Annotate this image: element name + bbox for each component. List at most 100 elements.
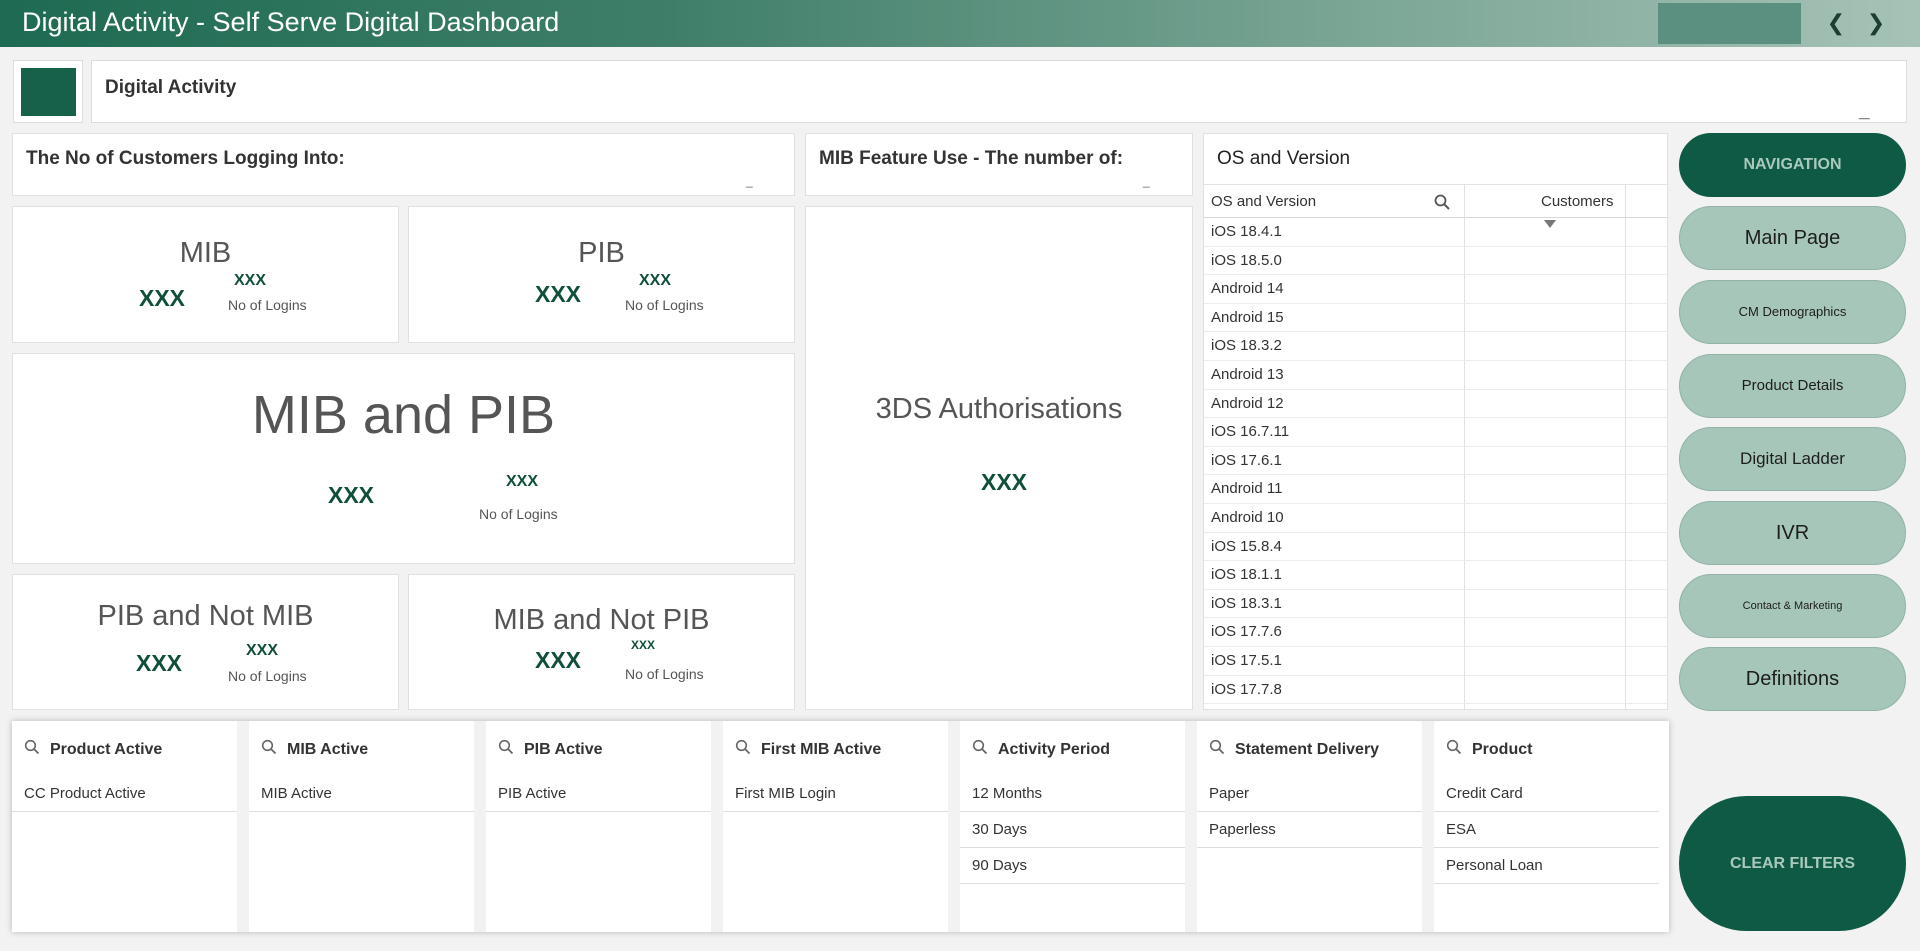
table-row[interactable]: iOS 18.3.1 xyxy=(1204,590,1667,619)
mib-feature-header-card: MIB Feature Use - The number of: _ xyxy=(805,133,1193,196)
search-icon[interactable] xyxy=(261,739,277,755)
filter-item[interactable]: Personal Loan xyxy=(1434,848,1659,884)
kpi-pib-not-mib-card[interactable]: PIB and Not MIB XXX XXX No of Logins xyxy=(12,574,399,710)
kpi-mib-and-pib-card[interactable]: MIB and PIB XXX XXX No of Logins xyxy=(12,353,795,564)
table-row[interactable]: iOS 17.6.1 xyxy=(1204,447,1667,476)
filter-item[interactable]: 90 Days xyxy=(960,848,1185,884)
filter-item[interactable]: Credit Card xyxy=(1434,776,1659,812)
minimize-icon[interactable]: _ xyxy=(746,174,753,188)
filter-header[interactable]: PIB Active xyxy=(486,721,711,776)
filter-item[interactable]: CC Product Active xyxy=(12,776,237,812)
filter-header[interactable]: Activity Period xyxy=(960,721,1185,776)
table-row[interactable]: iOS 18.3.2 xyxy=(1204,332,1667,361)
kpi-pib-card[interactable]: PIB XXX XXX No of Logins xyxy=(408,206,795,343)
filter-header[interactable]: Product xyxy=(1434,721,1659,776)
table-row[interactable]: Android 11 xyxy=(1204,475,1667,504)
filter-panel: Product Active CC Product Active MIB Activ… xyxy=(12,721,1669,932)
filter-label: Activity Period xyxy=(998,741,1111,758)
clear-filters-button[interactable]: CLEAR FILTERS xyxy=(1679,796,1906,931)
nav-ivr-button[interactable]: IVR xyxy=(1679,501,1906,565)
column-header-customers[interactable]: Customers xyxy=(1541,193,1614,210)
kpi-3ds-card[interactable]: 3DS Authorisations XXX xyxy=(805,206,1193,710)
filter-listbox[interactable]: PIB Active PIB Active xyxy=(486,721,711,932)
table-row[interactable]: Android 12 xyxy=(1204,390,1667,419)
app-title: Digital Activity - Self Serve Digital Da… xyxy=(22,7,560,37)
nav-main-page-button[interactable]: Main Page xyxy=(1679,206,1906,270)
kpi-value: XXX xyxy=(981,469,1028,495)
filter-divider xyxy=(1185,721,1197,932)
search-icon[interactable] xyxy=(1434,194,1450,210)
filter-label: Product xyxy=(1472,741,1533,758)
kpi-title: 3DS Authorisations xyxy=(875,393,1123,425)
os-table-body: iOS 18.4.1 iOS 18.5.0 Android 14 Android 15… xyxy=(1204,218,1667,705)
filter-item[interactable]: First MIB Login xyxy=(723,776,948,812)
kpi-mib-not-pib-card[interactable]: MIB and Not PIB XXX XXX No of Logins xyxy=(408,574,795,710)
kpi-mib-card[interactable]: MIB XXX XXX No of Logins xyxy=(12,206,399,343)
app-header: Digital Activity - Self Serve Digital Da… xyxy=(0,0,1920,47)
search-icon[interactable] xyxy=(972,739,988,755)
filter-item[interactable]: Paper xyxy=(1197,776,1422,812)
filter-item[interactable]: Paperless xyxy=(1197,812,1422,848)
kpi-logins-value: XXX xyxy=(234,272,267,289)
sheet-logo xyxy=(13,60,83,123)
kpi-logins-value: XXX xyxy=(246,642,279,659)
navigation-header-button[interactable]: NAVIGATION xyxy=(1679,133,1906,197)
table-row[interactable]: Android 15 xyxy=(1204,304,1667,333)
os-version-table: OS and Version OS and Version Customers … xyxy=(1203,133,1668,710)
search-icon[interactable] xyxy=(1209,739,1225,755)
table-row[interactable]: iOS 18.5.0 xyxy=(1204,247,1667,276)
table-row[interactable]: iOS 17.7.6 xyxy=(1204,618,1667,647)
filter-item[interactable]: MIB Active xyxy=(249,776,474,812)
kpi-value: XXX xyxy=(535,647,582,673)
filter-item[interactable]: 30 Days xyxy=(960,812,1185,848)
kpi-logins-label: No of Logins xyxy=(625,666,704,682)
kpi-logins-value: XXX xyxy=(639,272,672,289)
nav-definitions-button[interactable]: Definitions xyxy=(1679,647,1906,711)
table-row[interactable]: Android 13 xyxy=(1204,361,1667,390)
filter-header[interactable]: Product Active xyxy=(12,721,237,776)
search-icon[interactable] xyxy=(24,739,40,755)
nav-cm-demographics-button[interactable]: CM Demographics xyxy=(1679,280,1906,344)
table-row[interactable]: iOS 15.8.4 xyxy=(1204,533,1667,562)
kpi-value: XXX xyxy=(136,650,183,676)
filter-label: First MIB Active xyxy=(761,741,882,758)
filter-header[interactable]: First MIB Active xyxy=(723,721,948,776)
table-row[interactable]: iOS 17.7.8 xyxy=(1204,676,1667,705)
filter-item[interactable]: PIB Active xyxy=(486,776,711,812)
filter-item[interactable]: ESA xyxy=(1434,812,1659,848)
filter-label: MIB Active xyxy=(287,741,369,758)
sheet-title: Digital Activity xyxy=(105,77,237,98)
filter-listbox[interactable]: Activity Period 12 Months 30 Days 90 Days xyxy=(960,721,1185,932)
minimize-icon[interactable]: _ xyxy=(1143,174,1150,188)
minimize-icon[interactable]: _ xyxy=(1859,101,1870,123)
kpi-logins-value: XXX xyxy=(631,638,656,652)
filter-label: Product Active xyxy=(50,741,163,758)
kpi-logins-label: No of Logins xyxy=(228,297,307,313)
filter-listbox[interactable]: MIB Active MIB Active xyxy=(249,721,474,932)
table-row[interactable]: iOS 18.4.1 xyxy=(1204,218,1667,247)
filter-header[interactable]: MIB Active xyxy=(249,721,474,776)
filter-listbox[interactable]: Statement Delivery Paper Paperless xyxy=(1197,721,1422,932)
nav-digital-ladder-button[interactable]: Digital Ladder xyxy=(1679,427,1906,491)
nav-product-details-button[interactable]: Product Details xyxy=(1679,354,1906,418)
nav-contact-marketing-button[interactable]: Contact & Marketing xyxy=(1679,574,1906,638)
table-row[interactable]: iOS 18.1.1 xyxy=(1204,561,1667,590)
table-row[interactable]: Android 10 xyxy=(1204,504,1667,533)
search-icon[interactable] xyxy=(1446,739,1462,755)
kpi-value: XXX xyxy=(535,281,582,307)
filter-header[interactable]: Statement Delivery xyxy=(1197,721,1422,776)
filter-listbox[interactable]: Product Credit Card ESA Personal Loan xyxy=(1434,721,1659,932)
search-icon[interactable] xyxy=(735,739,751,755)
table-row[interactable]: iOS 17.5.1 xyxy=(1204,647,1667,676)
filter-listbox[interactable]: Product Active CC Product Active xyxy=(12,721,237,932)
table-row[interactable]: Android 14 xyxy=(1204,275,1667,304)
logo-square xyxy=(21,68,76,116)
chevron-left-icon[interactable]: ❮ xyxy=(1819,8,1853,38)
column-header-os[interactable]: OS and Version xyxy=(1211,193,1316,210)
kpi-logins-value: XXX xyxy=(506,473,539,490)
table-row[interactable]: iOS 16.7.11 xyxy=(1204,418,1667,447)
search-icon[interactable] xyxy=(498,739,514,755)
filter-item[interactable]: 12 Months xyxy=(960,776,1185,812)
chevron-right-icon[interactable]: ❯ xyxy=(1859,8,1893,38)
filter-listbox[interactable]: First MIB Active First MIB Login xyxy=(723,721,948,932)
